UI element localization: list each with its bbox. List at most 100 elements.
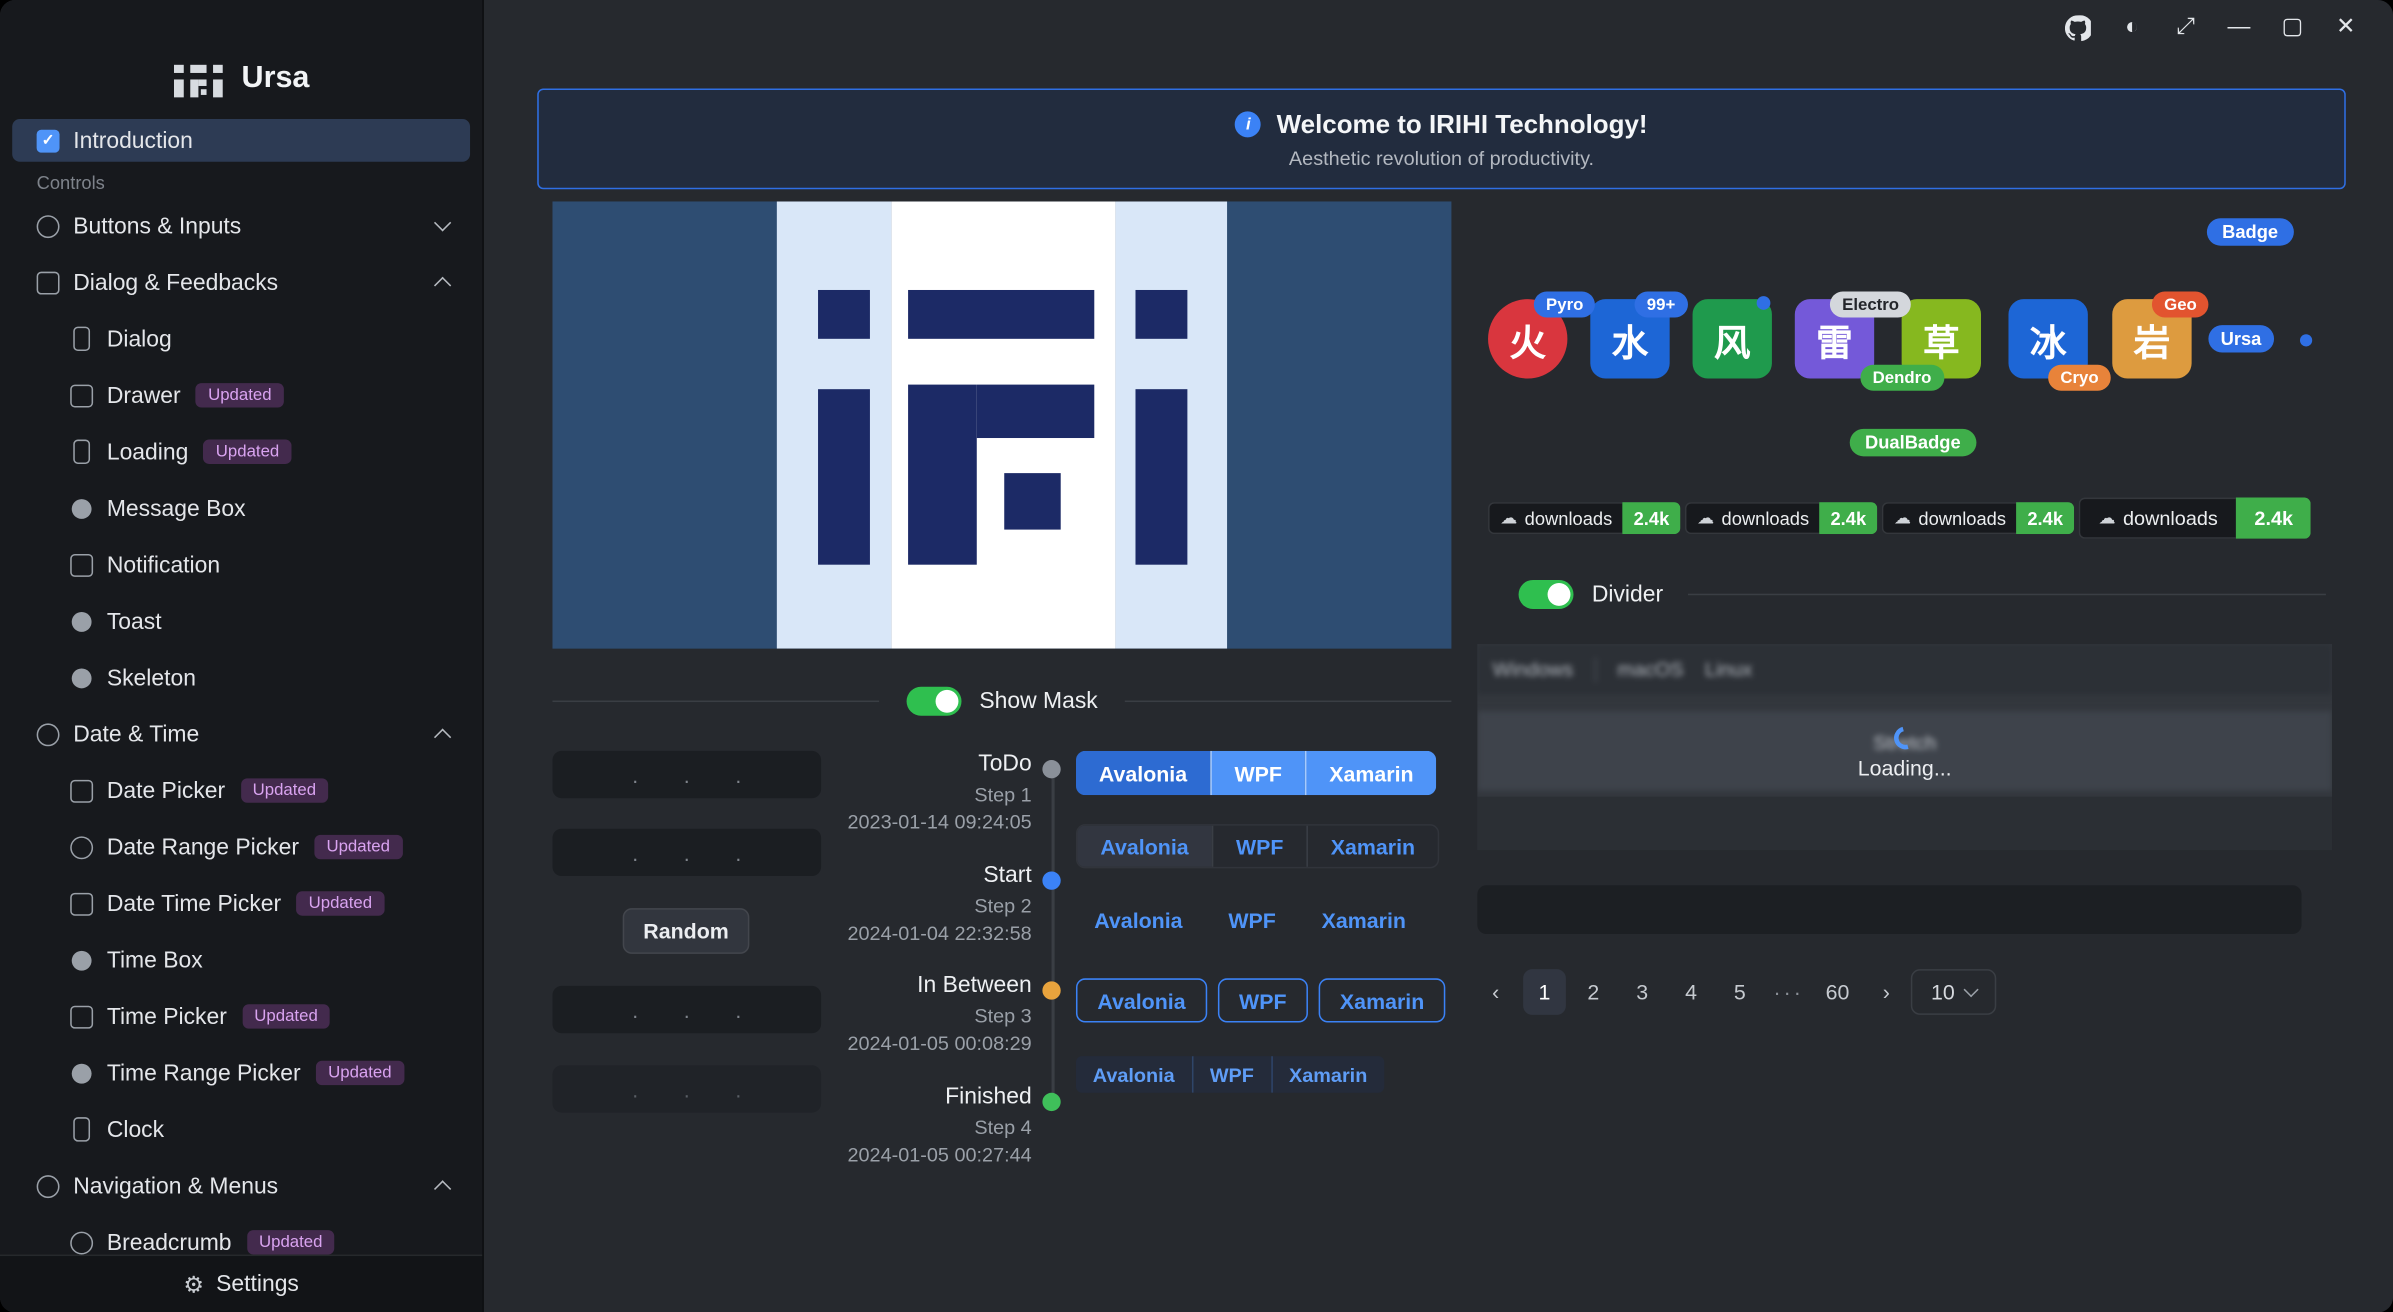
show-mask-label: Show Mask <box>979 688 1097 714</box>
divider-toggle[interactable] <box>1519 579 1574 608</box>
wpf-button[interactable]: WPF <box>1210 751 1305 795</box>
downloads-badge: ☁downloads 2.4k <box>1685 502 1877 534</box>
cryo-badge: Cryo <box>2048 365 2111 391</box>
date-input[interactable]: . . . <box>552 986 821 1033</box>
updated-badge: Updated <box>240 778 328 802</box>
timeline-step-todo: ToDo Step 1 2023-01-14 09:24:05 <box>836 751 1031 833</box>
timeline-dot-finished <box>1042 1093 1060 1111</box>
sidebar-item-loading[interactable]: Loading Updated <box>12 430 470 473</box>
xamarin-button[interactable]: Xamarin <box>1322 899 1406 942</box>
minimize-button[interactable]: — <box>2225 12 2252 43</box>
timeline-line <box>1052 775 1055 1105</box>
next-page-button[interactable]: › <box>1865 969 1908 1015</box>
updated-badge: Updated <box>242 1004 330 1028</box>
xamarin-button[interactable]: Xamarin <box>1305 751 1437 795</box>
avalonia-button[interactable]: Avalonia <box>1076 751 1210 795</box>
wpf-button[interactable]: WPF <box>1218 978 1308 1022</box>
sidebar-item-notification[interactable]: Notification <box>12 543 470 586</box>
cloud-download-icon: ☁ <box>1697 508 1714 528</box>
avalonia-button[interactable]: Avalonia <box>1076 1056 1192 1093</box>
updated-badge: Updated <box>204 440 292 464</box>
wpf-button[interactable]: WPF <box>1212 826 1307 867</box>
sidebar-item-time-box[interactable]: Time Box <box>12 939 470 982</box>
show-mask-toggle[interactable] <box>906 686 961 715</box>
sidebar: Ursa ✓ Introduction Controls Buttons & I… <box>0 0 484 1312</box>
dialog-feedbacks-icon <box>37 271 60 294</box>
sidebar-item-date-range-picker[interactable]: Date Range Picker Updated <box>12 826 470 869</box>
sidebar-item-date-time-picker[interactable]: Date Time Picker Updated <box>12 882 470 925</box>
dot-badge <box>2300 334 2312 346</box>
cloud-download-icon: ☁ <box>1894 508 1911 528</box>
wpf-button[interactable]: WPF <box>1192 1056 1271 1093</box>
date-input[interactable]: . . . <box>552 1065 821 1112</box>
dendro-badge: Dendro <box>1860 365 1943 391</box>
sidebar-item-date-time[interactable]: Date & Time <box>12 713 470 756</box>
xamarin-button[interactable]: Xamarin <box>1306 826 1438 867</box>
random-button[interactable]: Random <box>623 908 750 954</box>
prev-page-button[interactable]: ‹ <box>1474 969 1517 1015</box>
page-size-select[interactable]: 10 <box>1911 969 1996 1015</box>
maximize-button[interactable]: ▢ <box>2279 12 2306 43</box>
wpf-button[interactable]: WPF <box>1228 899 1275 942</box>
button-group-dark: Avalonia WPF Xamarin <box>1076 824 1440 868</box>
timeline: ToDo Step 1 2023-01-14 09:24:05 Start St… <box>836 751 1074 1201</box>
date-picker-icon <box>70 779 93 802</box>
sidebar-item-time-picker[interactable]: Time Picker Updated <box>12 995 470 1038</box>
ursa-logo-icon <box>174 58 223 98</box>
github-icon[interactable] <box>2065 14 2092 40</box>
fullscreen-icon[interactable]: ⤢ <box>2172 12 2199 43</box>
page-button-1[interactable]: 1 <box>1523 969 1566 1015</box>
divider-line <box>1688 593 2326 595</box>
ellipsis-icon[interactable]: ··· <box>1767 969 1810 1015</box>
page-button-3[interactable]: 3 <box>1621 969 1664 1015</box>
date-input[interactable]: . . . <box>552 751 821 798</box>
sidebar-item-clock[interactable]: Clock <box>12 1108 470 1151</box>
close-button[interactable]: ✕ <box>2332 12 2359 43</box>
notification-icon <box>70 553 93 576</box>
sidebar-item-time-range-picker[interactable]: Time Range Picker Updated <box>12 1052 470 1095</box>
sidebar-item-dialog[interactable]: Dialog <box>12 317 470 360</box>
sidebar-item-dialog-feedbacks[interactable]: Dialog & Feedbacks <box>12 261 470 304</box>
sidebar-item-date-picker[interactable]: Date Picker Updated <box>12 769 470 812</box>
page-button-5[interactable]: 5 <box>1719 969 1762 1015</box>
timeline-dot-start <box>1042 871 1060 889</box>
button-group-borderless: Avalonia WPF Xamarin <box>1076 899 1406 942</box>
button-group-small: Avalonia WPF Xamarin <box>1076 1056 1384 1093</box>
sidebar-item-buttons-inputs[interactable]: Buttons & Inputs <box>12 205 470 248</box>
page-button-4[interactable]: 4 <box>1670 969 1713 1015</box>
badge-section-badge: Badge <box>2207 218 2294 245</box>
loading-panel: Windows macOS Linux Stretch Loading... <box>1477 644 2332 850</box>
loading-text: Loading... <box>1858 755 1952 779</box>
loading-overlay: Loading... <box>1477 644 2332 850</box>
sidebar-item-drawer[interactable]: Drawer Updated <box>12 374 470 417</box>
divider-label: Divider <box>1592 581 1663 607</box>
sidebar-item-navigation-menus[interactable]: Navigation & Menus <box>12 1164 470 1207</box>
avalonia-button[interactable]: Avalonia <box>1076 978 1207 1022</box>
avalonia-button[interactable]: Avalonia <box>1077 826 1211 867</box>
page-button-60[interactable]: 60 <box>1816 969 1859 1015</box>
avalonia-button[interactable]: Avalonia <box>1094 899 1182 942</box>
empty-field[interactable] <box>1477 885 2301 934</box>
page-button-2[interactable]: 2 <box>1572 969 1615 1015</box>
sidebar-item-skeleton[interactable]: Skeleton <box>12 656 470 699</box>
dot-badge <box>1757 296 1771 310</box>
date-time-picker-icon <box>70 892 93 915</box>
time-range-picker-icon <box>72 1063 92 1083</box>
welcome-banner: i Welcome to IRIHI Technology! Aesthetic… <box>537 89 2346 190</box>
dialog-icon <box>73 327 90 351</box>
theme-toggle-icon[interactable]: ◐ <box>2118 12 2145 43</box>
sidebar-item-message-box[interactable]: Message Box <box>12 487 470 530</box>
updated-badge: Updated <box>296 891 384 915</box>
sidebar-item-introduction[interactable]: ✓ Introduction <box>12 119 470 162</box>
divider-line <box>1125 700 1451 702</box>
downloads-count: 2.4k <box>1820 502 1877 534</box>
settings-button[interactable]: ⚙ Settings <box>0 1255 482 1312</box>
irihi-logo-image <box>552 201 1451 648</box>
date-input[interactable]: . . . <box>552 829 821 876</box>
app-window: Ursa ✓ Introduction Controls Buttons & I… <box>0 0 2393 1312</box>
sidebar-item-toast[interactable]: Toast <box>12 600 470 643</box>
xamarin-button[interactable]: Xamarin <box>1271 1056 1384 1093</box>
banner-title: Welcome to IRIHI Technology! <box>1277 109 1648 140</box>
pagination: ‹ 1 2 3 4 5 ··· 60 › <box>1474 969 1907 1015</box>
xamarin-button[interactable]: Xamarin <box>1319 978 1446 1022</box>
